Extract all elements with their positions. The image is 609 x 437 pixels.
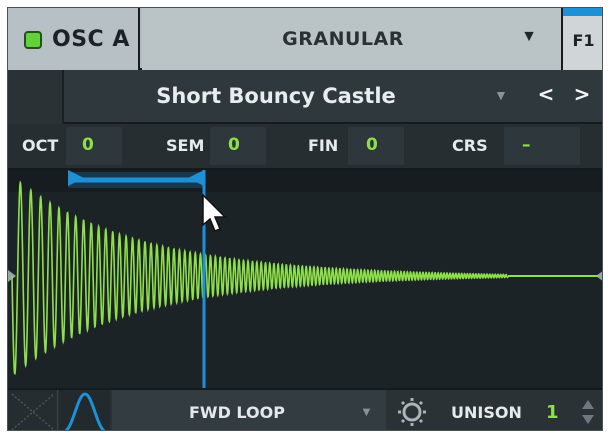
triangle-down-icon: ▼: [360, 404, 373, 419]
tune-fine-value: 0: [366, 135, 378, 155]
stepper-up-icon[interactable]: [582, 400, 594, 409]
tune-coarse-value: –: [522, 135, 531, 155]
oscillator-panel: OSC A GRANULAR ▼ F1 Short Bouncy Castle …: [7, 7, 603, 431]
stepper-down-icon[interactable]: [582, 415, 594, 424]
loop-mode-select[interactable]: FWD LOOP ▼: [112, 390, 386, 430]
waveform-trace: [11, 180, 598, 375]
tune-fine[interactable]: FIN 0: [294, 124, 434, 168]
unison-stepper[interactable]: [576, 396, 600, 428]
bell-curve-icon[interactable]: [59, 390, 110, 430]
loop-mode-label: FWD LOOP: [189, 403, 285, 422]
mouse-pointer-icon: [202, 193, 227, 232]
oscillator-header: OSC A GRANULAR ▼ F1: [8, 8, 602, 70]
triangle-down-icon: ▼: [521, 28, 537, 45]
oscillator-footer: FWD LOOP ▼ UNISON 1: [8, 388, 602, 430]
preset-prev-button[interactable]: <: [534, 82, 558, 106]
tune-semitone-label: SEM: [166, 136, 205, 155]
gear-icon[interactable]: [388, 390, 436, 430]
unison-label: UNISON: [451, 403, 522, 422]
filter-accent-bar: [563, 8, 602, 16]
tune-semitone-value: 0: [228, 135, 240, 155]
osc-enabled-led-icon: [24, 31, 42, 49]
osc-enable-toggle[interactable]: OSC A: [8, 8, 140, 70]
tune-fine-label: FIN: [308, 136, 339, 155]
preset-next-button[interactable]: >: [570, 82, 594, 106]
tune-coarse-label: CRS: [452, 136, 488, 155]
preset-left-spacer: [8, 70, 64, 124]
tuning-row: OCT 0 SEM 0 FIN 0 CRS –: [8, 124, 602, 170]
filter-route-label: F1: [572, 31, 595, 50]
osc-label: OSC A: [52, 27, 130, 52]
waveform-display[interactable]: [8, 170, 602, 388]
tune-octave-value: 0: [82, 135, 94, 155]
oscillator-mode-label: GRANULAR: [282, 28, 404, 50]
waveform-svg: [8, 170, 602, 388]
wavetable-preset-name[interactable]: Short Bouncy Castle: [66, 84, 486, 108]
tune-coarse-box: [504, 127, 580, 165]
crossfade-icon[interactable]: [8, 390, 58, 430]
triangle-down-icon[interactable]: ▼: [494, 87, 508, 103]
tune-semitone[interactable]: SEM 0: [150, 124, 290, 168]
tune-octave-box: [66, 127, 122, 165]
unison-value[interactable]: 1: [546, 402, 559, 423]
tune-octave[interactable]: OCT 0: [8, 124, 148, 168]
oscillator-mode-select[interactable]: GRANULAR ▼: [142, 8, 561, 70]
tune-octave-label: OCT: [22, 136, 59, 155]
tune-coarse[interactable]: CRS –: [438, 124, 598, 168]
filter-route-button[interactable]: F1: [561, 8, 602, 70]
waveform-path: [11, 180, 509, 375]
wavetable-preset-row: Short Bouncy Castle ▼ < >: [8, 70, 602, 124]
